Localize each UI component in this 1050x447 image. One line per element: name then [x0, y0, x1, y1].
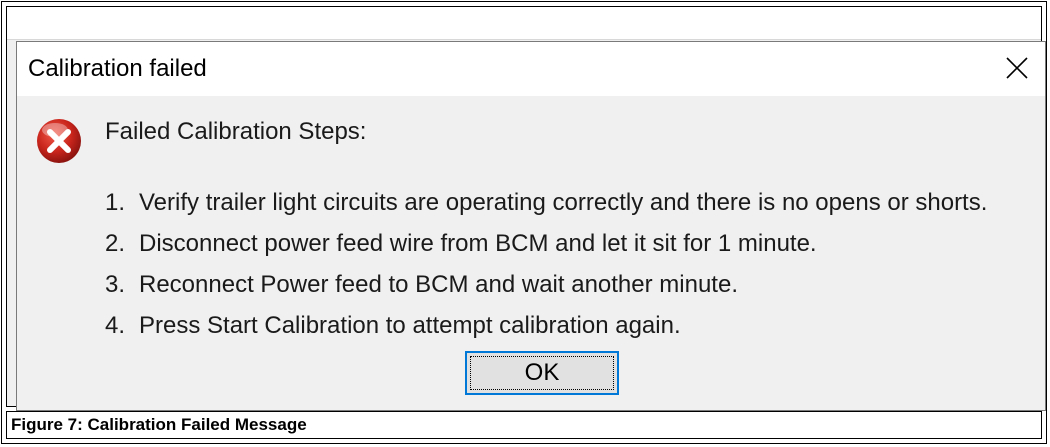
ok-button[interactable]: OK	[465, 351, 619, 395]
list-item: 2. Disconnect power feed wire from BCM an…	[105, 230, 817, 257]
dialog-body: Failed Calibration Steps: 1. Verify trail…	[17, 96, 1045, 410]
steps-list: 1. Verify trailer light circuits are oper…	[105, 182, 987, 346]
figure-image: Calibration failed Failed Calibration St…	[6, 6, 1046, 411]
close-button[interactable]	[999, 50, 1035, 86]
figure-caption: Figure 7: Calibration Failed Message	[6, 411, 1042, 439]
list-item: 1. Verify trailer light circuits are oper…	[105, 189, 988, 216]
dialog-title: Calibration failed	[28, 55, 207, 82]
list-item: 3. Reconnect Power feed to BCM and wait a…	[105, 271, 738, 298]
list-item: 4. Press Start Calibration to attempt cal…	[105, 312, 681, 339]
dialog-heading: Failed Calibration Steps:	[105, 118, 367, 145]
error-icon	[37, 119, 81, 163]
dialog-titlebar: Calibration failed	[17, 42, 1045, 96]
close-icon	[1006, 57, 1028, 79]
figure-frame: Calibration failed Failed Calibration St…	[1, 1, 1047, 444]
background-window	[7, 7, 1041, 40]
calibration-failed-dialog: Calibration failed Failed Calibration St…	[16, 41, 1046, 411]
focus-rectangle	[470, 356, 614, 390]
